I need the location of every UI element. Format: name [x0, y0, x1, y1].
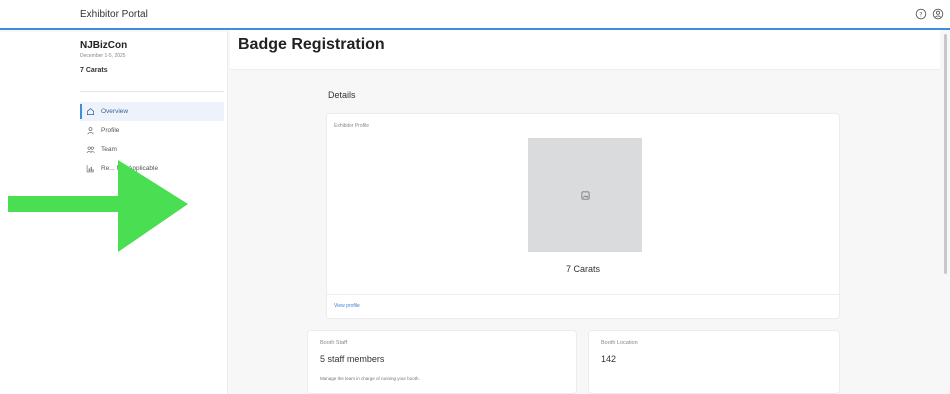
person-icon — [87, 127, 94, 135]
logo-placeholder — [528, 138, 642, 252]
event-info: NJBizCon December 1-5, 2025 7 Carats — [80, 40, 220, 74]
svg-text:?: ? — [919, 11, 922, 18]
card-label: Exhibitor Profile — [334, 123, 370, 129]
staff-count: 5 staff members — [320, 354, 385, 364]
booth-location-card[interactable]: Booth Location 142 — [588, 330, 840, 394]
brand-title[interactable]: Exhibitor Portal — [80, 9, 148, 20]
sidebar-divider — [80, 91, 224, 92]
home-icon — [86, 108, 95, 116]
image-icon — [581, 191, 589, 199]
view-profile-link[interactable]: View profile — [334, 303, 360, 309]
top-bar: Exhibitor Portal ? — [0, 0, 950, 30]
sidebar-item-label: Profile — [101, 127, 120, 134]
scrollbar[interactable] — [944, 34, 947, 274]
card-label: Booth Staff — [320, 340, 348, 346]
exhibitor-name: 7 Carats — [80, 67, 108, 74]
section-title: Details — [328, 90, 356, 100]
booth-number: 142 — [601, 354, 617, 364]
event-name: NJBizCon — [80, 40, 128, 51]
people-icon — [86, 146, 95, 153]
card-divider — [327, 294, 839, 295]
sidebar-item-label: Overview — [101, 108, 129, 115]
page-title: Badge Registration — [238, 36, 385, 53]
account-icon[interactable] — [932, 7, 944, 20]
sidebar-item-team[interactable]: Team — [80, 140, 224, 159]
sidebar-item-overview[interactable]: Overview — [80, 102, 224, 121]
card-label: Booth Location — [601, 340, 638, 346]
booth-staff-card[interactable]: Booth Staff 5 staff members Manage the t… — [307, 330, 577, 394]
sidebar-item-label: Team — [101, 146, 117, 153]
help-icon[interactable]: ? — [915, 7, 927, 20]
exhibitor-profile-card: Exhibitor Profile 7 Carats View profile — [326, 113, 840, 319]
sidebar-item-profile[interactable]: Profile — [80, 121, 224, 140]
event-dates: December 1-5, 2025 — [80, 53, 126, 59]
company-name: 7 Carats — [565, 264, 600, 274]
arrow-right-icon — [8, 160, 188, 252]
card-hint: Manage the team in charge of running you… — [320, 376, 420, 381]
